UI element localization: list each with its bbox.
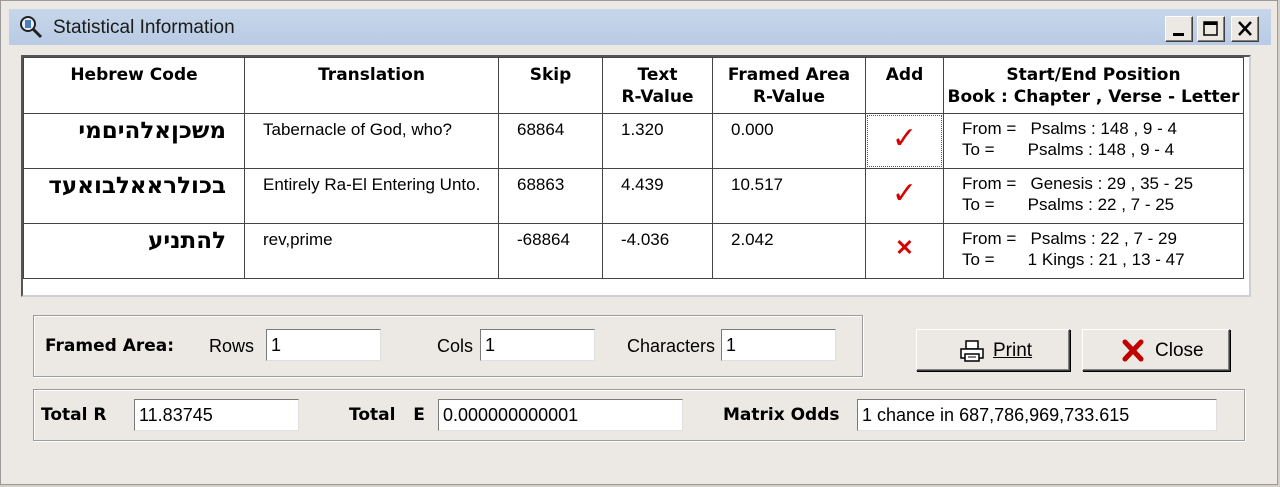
from-label: From = <box>962 174 1017 193</box>
from-label: From = <box>962 119 1017 138</box>
print-label: Print <box>993 340 1033 361</box>
translation-cell: Entirely Ra-El Entering Unto. <box>244 168 499 224</box>
position-cell: From = Genesis : 29 , 35 - 25 To = Psalm… <box>943 168 1244 224</box>
minimize-button[interactable] <box>1165 16 1193 42</box>
focus-rectangle <box>867 115 942 167</box>
magnifier-icon <box>19 15 43 39</box>
cols-input[interactable] <box>480 329 595 361</box>
cross-icon[interactable]: ✕ <box>895 235 913 260</box>
table-row[interactable]: להתניע rev,prime -68864 -4.036 2.042 ✕ F… <box>23 223 1244 279</box>
framed-r-value-cell: 0.000 <box>712 113 866 169</box>
translation-cell: rev,prime <box>244 223 499 279</box>
framed-r-value-cell: 10.517 <box>712 168 866 224</box>
title-bar[interactable]: Statistical Information <box>9 9 1271 45</box>
checkmark-icon[interactable]: ✓ <box>892 177 917 210</box>
results-grid[interactable]: Hebrew Code Translation Skip Text R-Valu… <box>21 55 1251 297</box>
column-header-translation[interactable]: Translation <box>244 57 499 114</box>
from-value: Genesis : 29 , 35 - 25 <box>1030 174 1194 193</box>
from-value: Psalms : 22 , 7 - 29 <box>1030 229 1177 248</box>
framed-r-value-cell: 2.042 <box>712 223 866 279</box>
to-label: To = <box>962 250 995 269</box>
to-label: To = <box>962 140 995 159</box>
statistical-information-window: Statistical Information Hebrew Code Tran… <box>0 0 1278 485</box>
skip-cell: -68864 <box>498 223 603 279</box>
matrix-odds-input[interactable] <box>857 399 1217 431</box>
framed-area-label: Framed Area: <box>45 336 175 356</box>
hebrew-code-cell: משכןאלהיםמי <box>23 113 245 169</box>
translation-cell: Tabernacle of God, who? <box>244 113 499 169</box>
close-button[interactable]: Close <box>1082 329 1230 371</box>
column-header-text-r-value[interactable]: Text R-Value <box>602 57 713 114</box>
printer-icon <box>959 339 985 369</box>
text-r-value-cell: 4.439 <box>602 168 713 224</box>
close-label: Close <box>1155 340 1204 361</box>
close-window-button[interactable] <box>1231 16 1259 42</box>
add-cell[interactable]: ✓ <box>865 168 944 224</box>
column-header-hebrew-code[interactable]: Hebrew Code <box>23 57 245 114</box>
column-header-position[interactable]: Start/End Position Book : Chapter , Vers… <box>943 57 1244 114</box>
minimize-icon <box>1173 33 1184 36</box>
table-header-row: Hebrew Code Translation Skip Text R-Valu… <box>23 57 1244 114</box>
maximize-icon <box>1203 21 1218 36</box>
maximize-button[interactable] <box>1197 16 1225 42</box>
rows-input[interactable] <box>266 329 381 361</box>
to-value: 1 Kings : 21 , 13 - 47 <box>1027 250 1185 269</box>
totals-group: Total R Total E Matrix Odds <box>33 389 1245 441</box>
print-button[interactable]: Print <box>916 329 1070 371</box>
results-table: Hebrew Code Translation Skip Text R-Valu… <box>23 57 1244 279</box>
from-label: From = <box>962 229 1017 248</box>
hebrew-code-cell: בכולראאלבואעד <box>23 168 245 224</box>
skip-cell: 68863 <box>498 168 603 224</box>
total-e-label: Total E <box>349 405 425 425</box>
position-cell: From = Psalms : 148 , 9 - 4 To = Psalms … <box>943 113 1244 169</box>
table-row[interactable]: משכןאלהיםמי Tabernacle of God, who? 6886… <box>23 113 1244 169</box>
from-value: Psalms : 148 , 9 - 4 <box>1030 119 1177 138</box>
cols-label: Cols <box>437 336 474 356</box>
window-title: Statistical Information <box>53 17 235 38</box>
framed-area-group: Framed Area: Rows Cols Characters <box>33 315 863 377</box>
add-cell[interactable]: ✓ <box>865 113 944 169</box>
total-r-label: Total R <box>41 405 107 425</box>
total-r-input[interactable] <box>134 399 299 431</box>
add-cell[interactable]: ✕ <box>865 223 944 279</box>
hebrew-code-cell: להתניע <box>23 223 245 279</box>
text-r-value-cell: -4.036 <box>602 223 713 279</box>
to-label: To = <box>962 195 995 214</box>
total-e-input[interactable] <box>438 399 683 431</box>
matrix-odds-label: Matrix Odds <box>723 405 840 425</box>
characters-label: Characters <box>627 336 716 356</box>
column-header-add[interactable]: Add <box>865 57 944 114</box>
column-header-skip[interactable]: Skip <box>498 57 603 114</box>
table-row[interactable]: בכולראאלבואעד Entirely Ra-El Entering Un… <box>23 168 1244 224</box>
column-header-framed-r-value[interactable]: Framed Area R-Value <box>712 57 866 114</box>
skip-cell: 68864 <box>498 113 603 169</box>
position-cell: From = Psalms : 22 , 7 - 29 To = 1 Kings… <box>943 223 1244 279</box>
close-x-icon <box>1121 339 1145 369</box>
characters-input[interactable] <box>721 329 836 361</box>
close-icon <box>1238 21 1252 36</box>
text-r-value-cell: 1.320 <box>602 113 713 169</box>
to-value: Psalms : 148 , 9 - 4 <box>1027 140 1175 159</box>
rows-label: Rows <box>209 336 255 356</box>
to-value: Psalms : 22 , 7 - 25 <box>1027 195 1175 214</box>
